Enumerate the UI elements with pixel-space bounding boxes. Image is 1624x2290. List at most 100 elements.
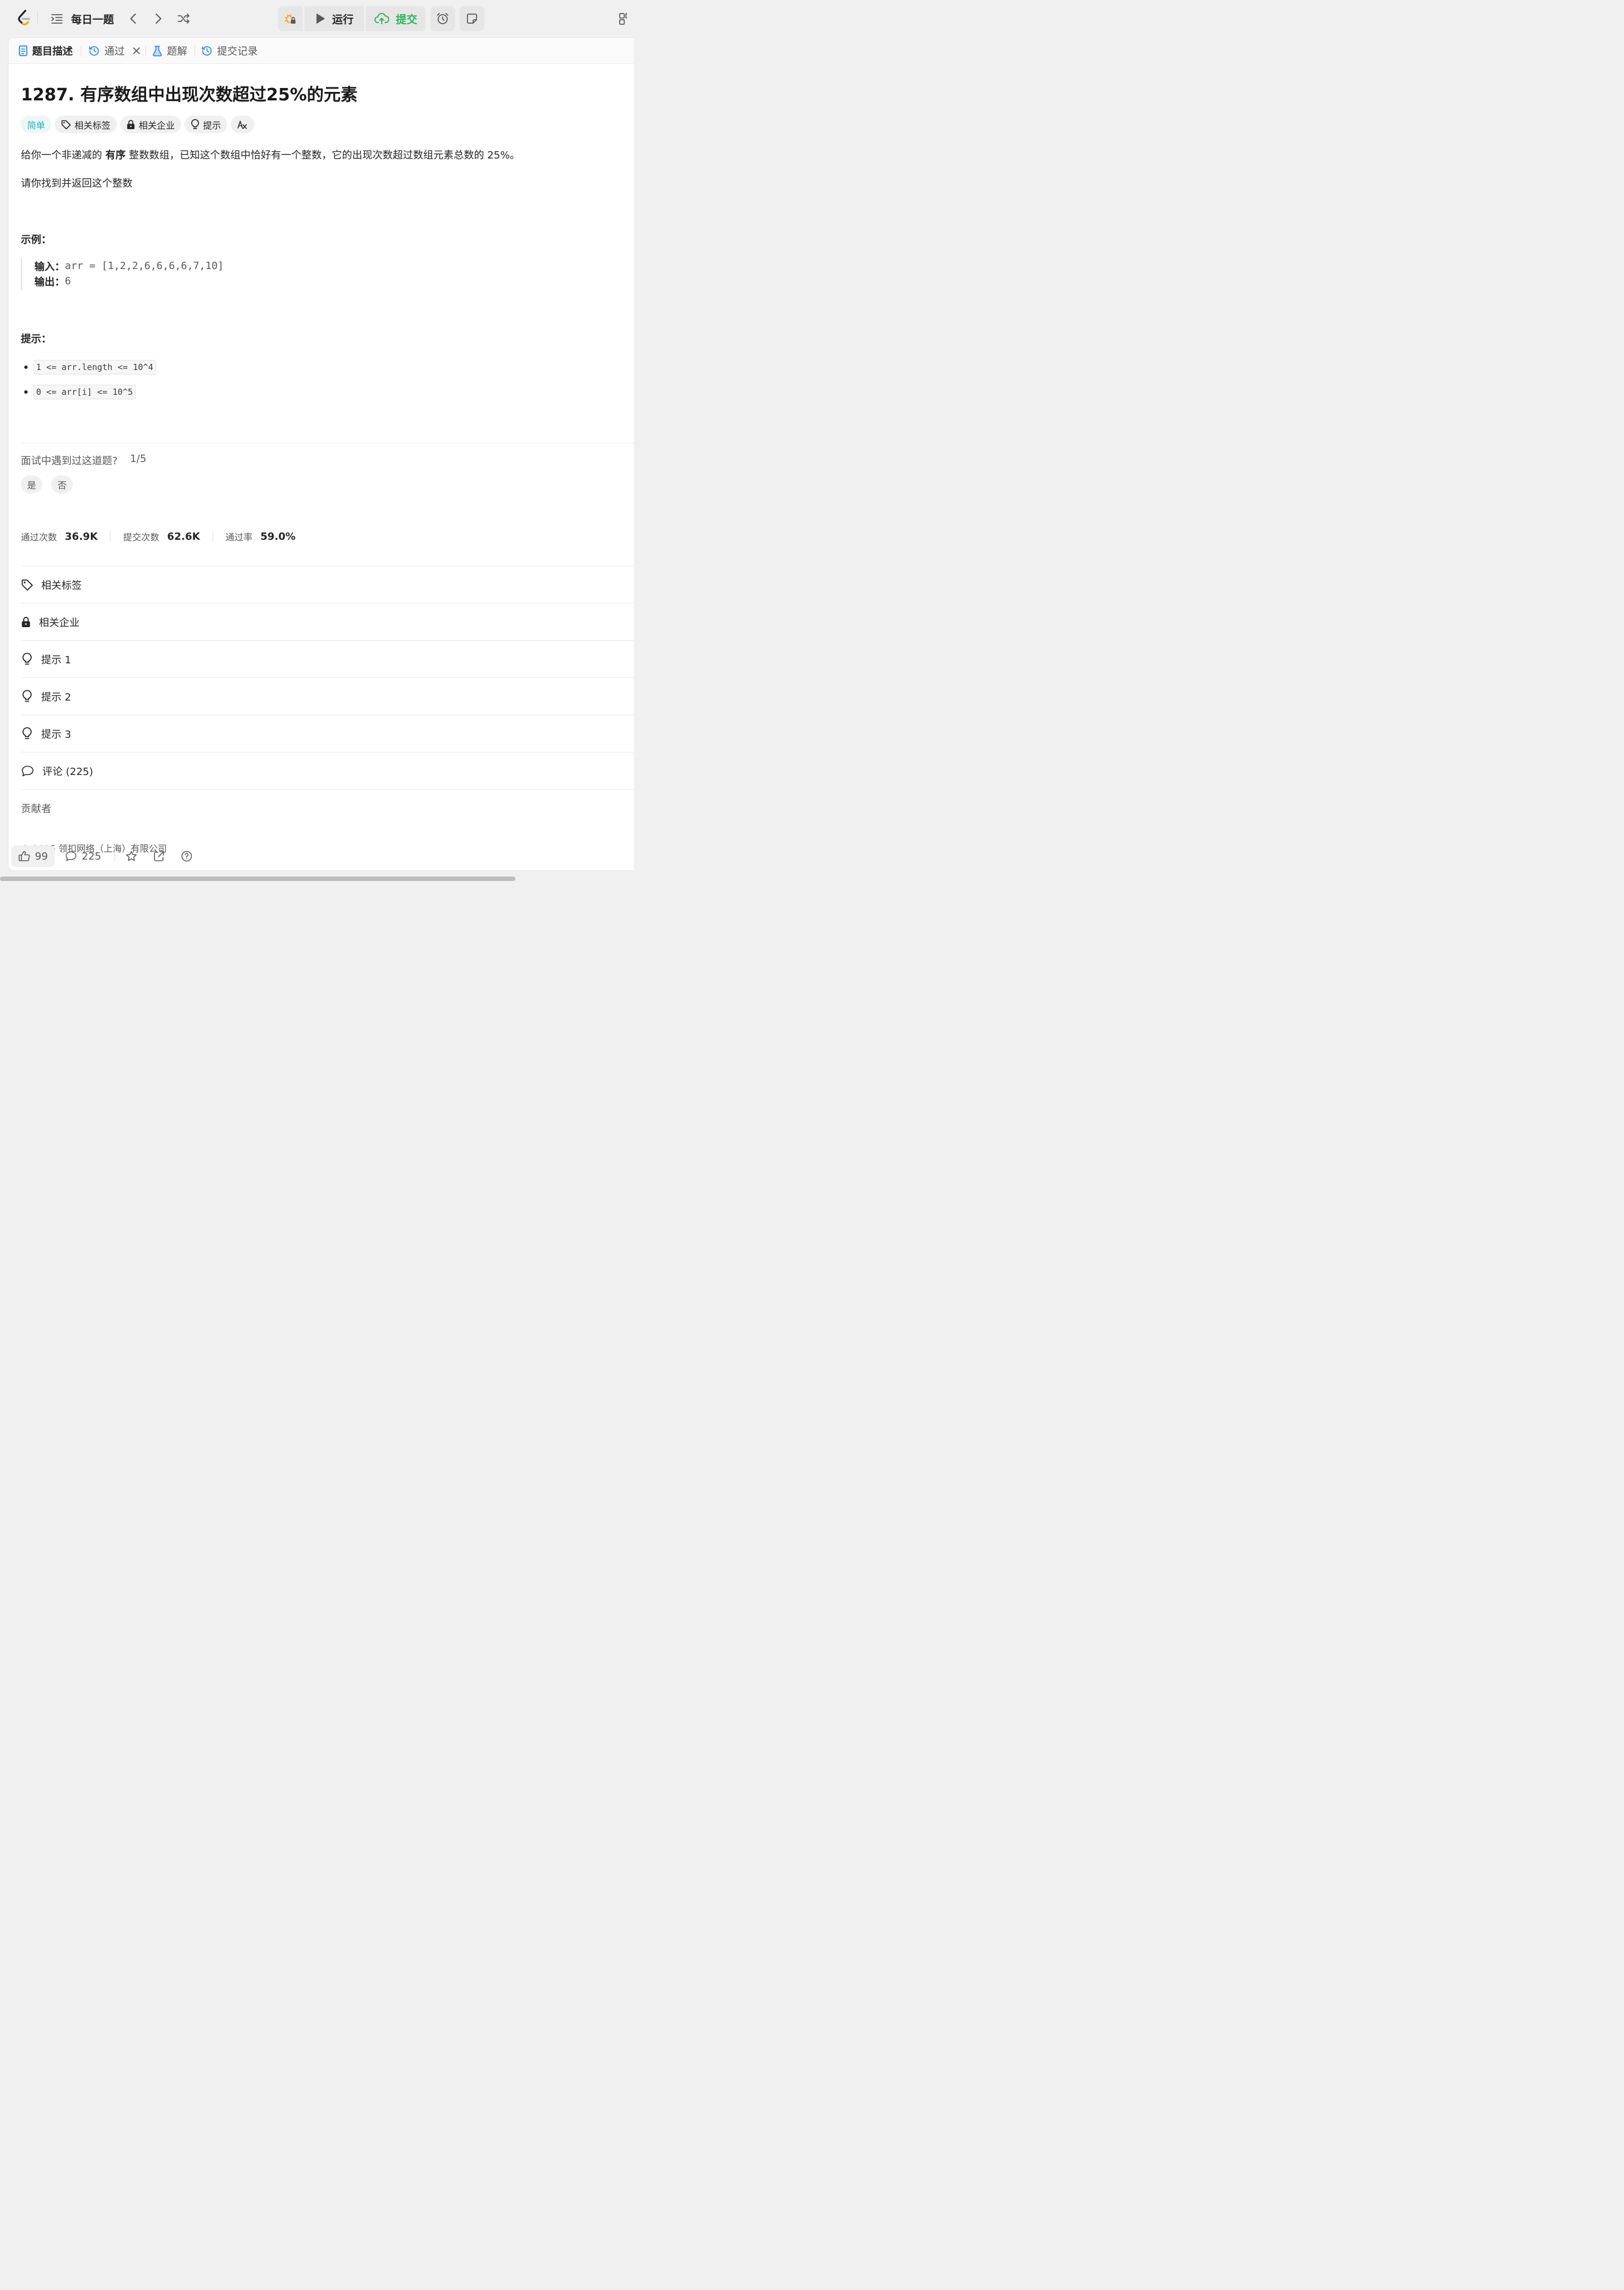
description-panel: 题目描述 通过 题解 提交记录 1287. 有序数组中出现次数超过25%的元素 … — [8, 37, 634, 871]
divider — [21, 789, 634, 790]
comment-count: 225 — [82, 850, 102, 862]
example-input-value: arr = [1,2,2,6,6,6,6,7,10] — [65, 260, 224, 272]
run-label: 运行 — [332, 13, 354, 26]
interview-question-text: 面试中遇到过这道题? — [21, 455, 118, 467]
bullet — [24, 365, 28, 369]
interview-no-button[interactable]: 否 — [51, 475, 73, 494]
submission-count-label: 提交次数 — [123, 532, 160, 543]
next-problem-button[interactable] — [150, 10, 167, 27]
thumb-up-icon — [18, 850, 30, 862]
problem-tags: 简单 相关标签 相关企业 提示 — [21, 116, 255, 133]
submit-label: 提交 — [395, 13, 417, 26]
hint-tag-label: 提示 — [203, 120, 222, 131]
panel-footer: 99 225 — [8, 844, 634, 870]
section-hint-2-label: 提示 2 — [41, 692, 72, 703]
shuffle-icon — [177, 13, 191, 24]
chevron-left-icon — [129, 13, 137, 24]
like-button[interactable]: 99 — [11, 845, 55, 867]
description-paragraph-1: 给你一个非递减的 有序 整数数组，已知这个数组中恰好有一个整数，它的出现次数超过… — [21, 147, 520, 162]
footer-separator — [114, 850, 115, 862]
desc-text: 整数数组，已知这个数组中恰好有一个整数，它的出现次数超过数组元素总数的 25%。 — [125, 149, 520, 161]
submission-count-value: 62.6K — [167, 530, 200, 543]
alarm-icon — [436, 12, 449, 25]
debug-icon — [284, 12, 297, 25]
section-hint-1-label: 提示 1 — [41, 654, 72, 666]
example-input: 输入： arr = [1,2,2,6,6,6,6,7,10] — [34, 258, 258, 274]
help-button[interactable] — [180, 845, 193, 867]
lock-icon — [126, 120, 135, 130]
tab-solutions[interactable]: 题解 — [152, 38, 187, 64]
topics-tag-button[interactable]: 相关标签 — [55, 116, 117, 133]
example-heading: 示例： — [21, 234, 51, 246]
example-input-key: 输入： — [34, 261, 65, 273]
share-icon — [153, 850, 165, 862]
section-hint-1[interactable]: 提示 1 — [21, 641, 634, 678]
section-hint-3[interactable]: 提示 3 — [21, 715, 634, 752]
favorite-button[interactable] — [125, 845, 138, 867]
submit-button[interactable]: 提交 — [366, 6, 426, 31]
lightbulb-icon — [191, 118, 200, 130]
section-contributors-label: 贡献者 — [21, 803, 51, 815]
flask-icon — [152, 45, 162, 56]
debug-button[interactable] — [278, 6, 303, 31]
example-output: 输出： 6 — [34, 274, 258, 289]
like-count: 99 — [35, 850, 48, 862]
history-icon — [201, 45, 213, 56]
horizontal-scrollbar[interactable] — [0, 877, 515, 881]
section-hint-2[interactable]: 提示 2 — [21, 678, 634, 715]
tab-submissions[interactable]: 提交记录 — [201, 38, 258, 64]
accepted-count-value: 36.9K — [65, 530, 98, 543]
description-paragraph-2: 请你找到并返回这个整数 — [21, 178, 133, 190]
constraint-code: 0 <= arr[i] <= 10^5 — [33, 385, 136, 399]
leetcode-logo-icon[interactable] — [16, 9, 33, 27]
interview-yes-button[interactable]: 是 — [21, 475, 42, 494]
notes-button[interactable] — [460, 6, 484, 31]
section-topics[interactable]: 相关标签 — [21, 566, 634, 604]
acceptance-rate-value: 59.0% — [260, 530, 296, 543]
list-icon — [51, 13, 63, 24]
timer-button[interactable] — [430, 6, 455, 31]
desc-bold: 有序 — [105, 149, 126, 161]
chevron-right-icon — [155, 13, 162, 24]
section-contributors[interactable]: 贡献者 — [21, 790, 51, 816]
layout-icon[interactable] — [619, 12, 627, 25]
difficulty-badge: 简单 — [21, 116, 52, 133]
tab-solutions-label: 题解 — [167, 46, 187, 58]
tab-accepted-label: 通过 — [104, 46, 125, 58]
example-output-value: 6 — [65, 275, 71, 287]
tag-icon — [21, 579, 33, 591]
companies-tag-button[interactable]: 相关企业 — [120, 116, 182, 133]
comments-button[interactable]: 225 — [65, 845, 101, 867]
tab-description[interactable]: 题目描述 — [19, 38, 73, 64]
close-icon[interactable] — [133, 47, 140, 55]
section-comments[interactable]: 评论 (225) — [21, 752, 634, 790]
topics-tag-label: 相关标签 — [74, 120, 111, 131]
example-block: 输入： arr = [1,2,2,6,6,6,6,7,10] 输出： 6 — [21, 258, 258, 290]
constraint-code: 1 <= arr.length <= 10^4 — [33, 360, 156, 375]
lightbulb-icon — [21, 690, 33, 703]
stats-row: 通过次数 36.9K 提交次数 62.6K 通过率 59.0% — [21, 530, 295, 543]
tab-accepted[interactable]: 通过 — [89, 38, 140, 64]
run-button[interactable]: 运行 — [304, 6, 364, 31]
problem-list-button[interactable]: 每日一题 — [51, 10, 114, 27]
interview-progress: 1/5 — [130, 453, 147, 465]
constraints-heading: 提示： — [21, 333, 51, 345]
problem-title[interactable]: 1287. 有序数组中出现次数超过25%的元素 — [21, 81, 358, 105]
lightbulb-icon — [21, 727, 33, 741]
section-topics-label: 相关标签 — [41, 580, 82, 592]
translate-icon — [237, 120, 248, 130]
section-comments-label: 评论 (225) — [42, 766, 94, 778]
section-companies[interactable]: 相关企业 — [21, 604, 634, 641]
share-button[interactable] — [153, 845, 165, 867]
companies-tag-label: 相关企业 — [139, 120, 175, 131]
random-problem-button[interactable] — [175, 10, 192, 27]
hint-tag-button[interactable]: 提示 — [184, 116, 228, 133]
prev-problem-button[interactable] — [125, 10, 142, 27]
translate-button[interactable] — [231, 116, 255, 133]
interview-question: 面试中遇到过这道题? 1/5 — [21, 453, 147, 468]
accepted-count-label: 通过次数 — [21, 532, 58, 543]
section-companies-label: 相关企业 — [39, 617, 80, 629]
panel-tab-bar: 题目描述 通过 题解 提交记录 — [8, 38, 634, 64]
lock-icon — [21, 616, 31, 628]
example-output-key: 输出： — [34, 276, 65, 288]
